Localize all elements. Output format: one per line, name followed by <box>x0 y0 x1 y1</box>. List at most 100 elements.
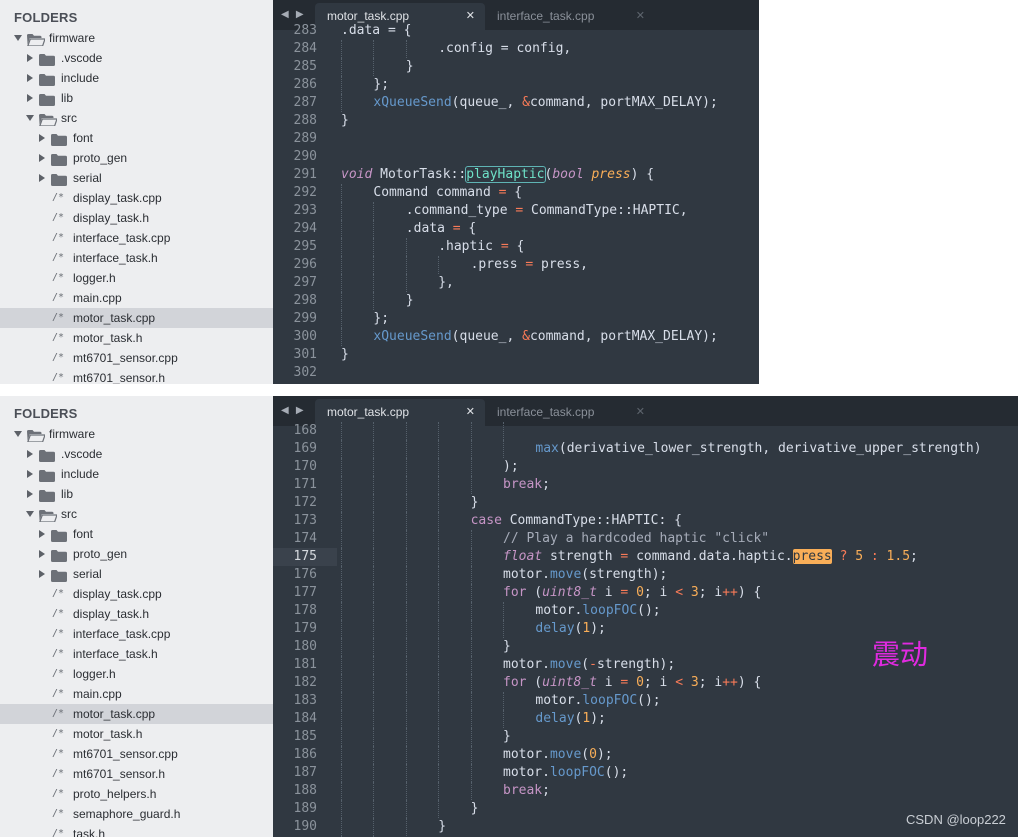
tree-item-label: lib <box>61 91 74 105</box>
indent-guide <box>438 530 440 548</box>
line-number: 183 <box>293 693 317 708</box>
tree-folder[interactable]: firmware <box>0 424 273 444</box>
tree-folder[interactable]: .vscode <box>0 444 273 464</box>
tree-folder[interactable]: lib <box>0 484 273 504</box>
code-text: .config = config, <box>438 40 571 58</box>
line-number: 181 <box>293 657 317 672</box>
tree-folder[interactable]: .vscode <box>0 48 273 68</box>
tree-item-label: lib <box>61 487 74 501</box>
folder-icon <box>51 152 67 166</box>
tree-folder[interactable]: proto_gen <box>0 544 273 564</box>
code-text: motor.loopFOC(); <box>535 602 660 620</box>
tree-folder[interactable]: firmware <box>0 28 273 48</box>
indent-guide <box>438 764 440 782</box>
code-text: }, <box>438 274 454 292</box>
code-token: uint8_t <box>542 585 597 600</box>
tree-folder[interactable]: src <box>0 504 273 524</box>
code-token: command.data.haptic. <box>628 549 793 564</box>
tree-file[interactable]: /* interface_task.h <box>0 644 273 664</box>
tree-folder[interactable]: proto_gen <box>0 148 273 168</box>
disclosure-closed-icon[interactable] <box>27 450 33 458</box>
indent-guide <box>373 494 375 512</box>
tree-folder[interactable]: src <box>0 108 273 128</box>
disclosure-closed-icon[interactable] <box>27 54 33 62</box>
tree-file[interactable]: /* interface_task.cpp <box>0 228 273 248</box>
indent-guide <box>405 40 407 58</box>
disclosure-closed-icon[interactable] <box>39 550 45 558</box>
indent-guide <box>405 674 407 692</box>
code-token: ( <box>581 747 590 762</box>
tree-file[interactable]: /* mt6701_sensor.h <box>0 764 273 784</box>
code-token: bool <box>552 167 584 182</box>
tree-folder[interactable]: serial <box>0 168 273 188</box>
tree-file[interactable]: /* mt6701_sensor.cpp <box>0 744 273 764</box>
disclosure-closed-icon[interactable] <box>27 470 33 478</box>
indent-guide <box>341 220 342 238</box>
code-area[interactable]: 283 .data = {284 .config = config, 285} 286}… <box>273 22 759 384</box>
line-number: 293 <box>293 203 317 218</box>
indent-guide <box>438 458 440 476</box>
indent-guide <box>373 530 375 548</box>
code-token: // Play a hardcoded haptic "click" <box>503 531 770 546</box>
indent-guide <box>341 782 342 800</box>
tree-file[interactable]: /* proto_helpers.h <box>0 784 273 804</box>
tree-item-label: .vscode <box>61 51 103 65</box>
tree-file[interactable]: /* motor_task.cpp <box>0 308 273 328</box>
disclosure-closed-icon[interactable] <box>27 74 33 82</box>
disclosure-open-icon[interactable] <box>26 511 34 517</box>
tree-file[interactable]: /* display_task.h <box>0 604 273 624</box>
code-token: delay <box>535 711 575 726</box>
tree-folder[interactable]: lib <box>0 88 273 108</box>
tree-folder[interactable]: font <box>0 128 273 148</box>
tree-file[interactable]: /* mt6701_sensor.h <box>0 368 273 384</box>
tree-file[interactable]: /* main.cpp <box>0 684 273 704</box>
indent-guide <box>373 220 375 238</box>
code-token: press <box>792 549 832 564</box>
tree-file[interactable]: /* logger.h <box>0 268 273 288</box>
indent-guide <box>341 746 342 764</box>
disclosure-closed-icon[interactable] <box>27 490 33 498</box>
line-number: 186 <box>293 747 317 762</box>
tree-folder[interactable]: font <box>0 524 273 544</box>
tree-file[interactable]: /* motor_task.h <box>0 328 273 348</box>
tree-file[interactable]: /* display_task.h <box>0 208 273 228</box>
sidebar-bottom: FOLDERS firmware .vscode include lib src font… <box>0 396 273 837</box>
tree-folder[interactable]: serial <box>0 564 273 584</box>
tree-folder[interactable]: include <box>0 464 273 484</box>
folder-icon <box>39 52 55 66</box>
disclosure-closed-icon[interactable] <box>39 134 45 142</box>
indent-guide <box>470 422 472 440</box>
disclosure-closed-icon[interactable] <box>39 174 45 182</box>
code-area[interactable]: 168 169 max(derivative_lower_strength, der… <box>273 422 1018 837</box>
disclosure-closed-icon[interactable] <box>39 154 45 162</box>
disclosure-open-icon[interactable] <box>14 35 22 41</box>
tree-file[interactable]: /* interface_task.h <box>0 248 273 268</box>
tree-file[interactable]: /* task.h <box>0 824 273 837</box>
code-token: .command_type <box>405 203 516 218</box>
code-line: 285} <box>273 58 759 76</box>
tree-file[interactable]: /* motor_task.cpp <box>0 704 273 724</box>
disclosure-closed-icon[interactable] <box>39 530 45 538</box>
indent-guide <box>341 238 342 256</box>
indent-guide <box>405 800 407 818</box>
disclosure-closed-icon[interactable] <box>27 94 33 102</box>
tree-file[interactable]: /* display_task.cpp <box>0 584 273 604</box>
tree-file[interactable]: /* main.cpp <box>0 288 273 308</box>
tree-file[interactable]: /* semaphore_guard.h <box>0 804 273 824</box>
code-token: motor. <box>503 567 550 582</box>
tree-folder[interactable]: include <box>0 68 273 88</box>
code-line: 288} <box>273 112 759 130</box>
tree-item-label: proto_helpers.h <box>73 787 157 801</box>
indent-guide <box>503 602 504 620</box>
disclosure-closed-icon[interactable] <box>39 570 45 578</box>
tree-file[interactable]: /* interface_task.cpp <box>0 624 273 644</box>
code-text: for (uint8_t i = 0; i < 3; i++) { <box>503 674 761 692</box>
tree-file[interactable]: /* display_task.cpp <box>0 188 273 208</box>
tree-file[interactable]: /* mt6701_sensor.cpp <box>0 348 273 368</box>
tree-file[interactable]: /* motor_task.h <box>0 724 273 744</box>
disclosure-open-icon[interactable] <box>14 431 22 437</box>
disclosure-open-icon[interactable] <box>26 115 34 121</box>
indent-guide <box>373 440 375 458</box>
tree-file[interactable]: /* logger.h <box>0 664 273 684</box>
code-token: CommandType::HAPTIC, <box>523 203 688 218</box>
